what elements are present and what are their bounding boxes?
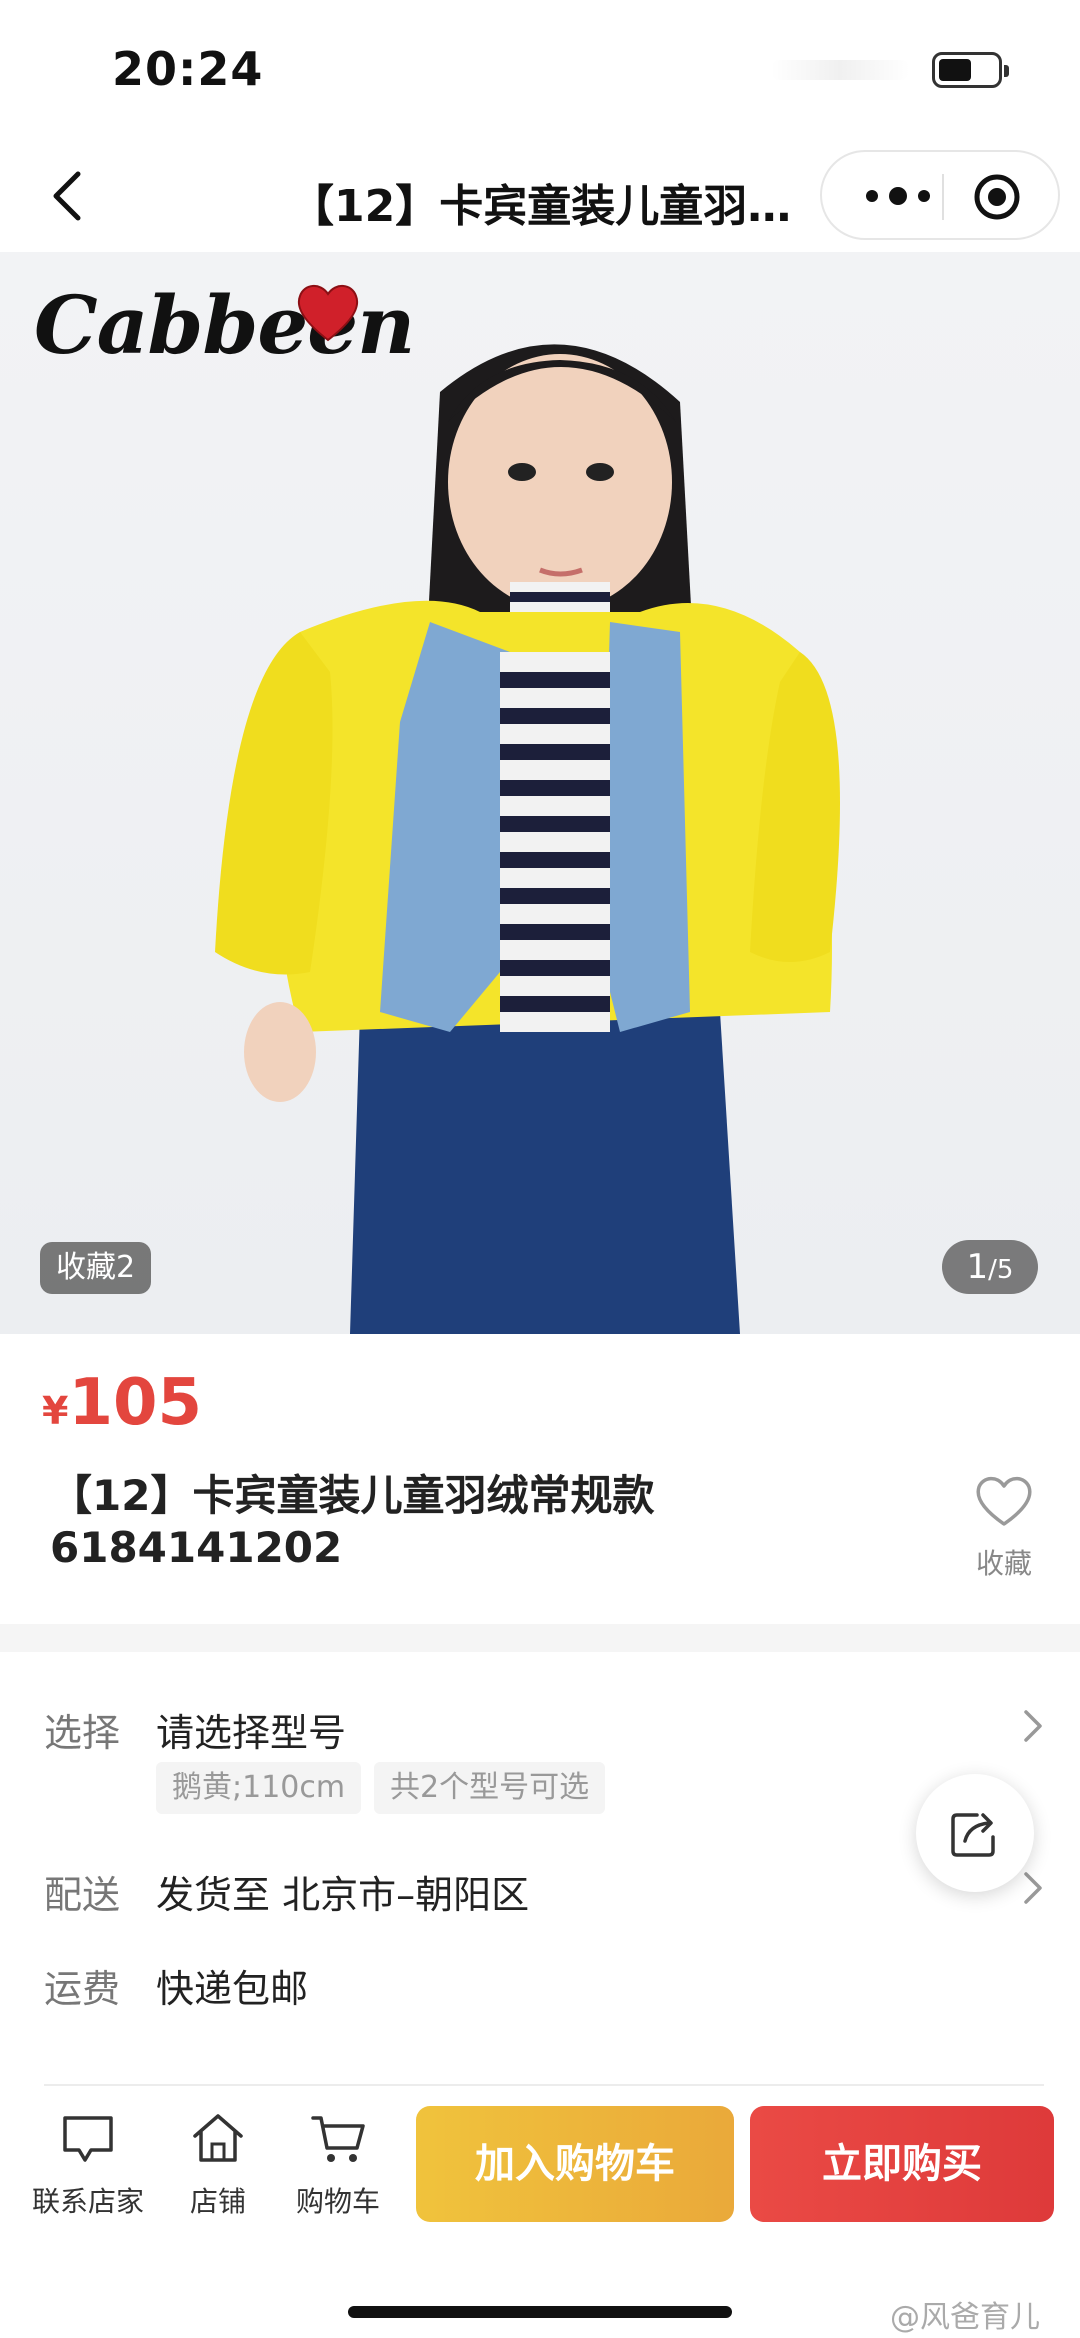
product-image-carousel[interactable]: Cabbeen 收藏2 1/5 [0,252,1080,1334]
shop-label: 店铺 [189,2185,246,2218]
variant-tag: 鹅黄;110cm [156,1762,362,1814]
favorite-count-chip: 收藏2 [40,1242,152,1294]
add-to-cart-button[interactable]: 加入购物车 [416,2106,734,2222]
navigation-bar: 【12】卡宾童装儿童羽… [0,140,1080,252]
chevron-right-icon [1024,1872,1042,1904]
watermark: @风爸育儿 [890,2300,1040,2335]
shop-button[interactable]: 店铺 [180,2110,256,2220]
cart-button[interactable]: 购物车 [290,2110,386,2220]
delivery-label: 配送 [44,1873,121,1917]
section-divider [0,1624,1080,1652]
share-button[interactable] [916,1774,1034,1892]
delivery-value: 发货至 北京市–朝阳区 [156,1873,530,1917]
mini-program-capsule [820,150,1060,240]
product-title: 【12】卡宾童装儿童羽绒常规款6184141202 [50,1471,655,1572]
status-time: 20:24 [112,42,264,96]
price-value: 105 [68,1366,203,1440]
shipping-label: 运费 [44,1967,121,2011]
image-counter-current: 1 [966,1247,989,1287]
chat-icon [63,2116,113,2162]
home-indicator [348,2306,732,2318]
favorite-label: 收藏 [975,1547,1032,1580]
close-target-icon[interactable] [972,172,1022,222]
price-currency: ¥ [42,1389,69,1433]
heart-logo-icon [297,285,359,342]
favorite-button[interactable]: 收藏 [964,1472,1044,1582]
home-icon [193,2114,243,2162]
chevron-right-icon [1024,1710,1042,1742]
contact-store-button[interactable]: 联系店家 [30,2110,146,2220]
buy-now-button[interactable]: 立即购买 [750,2106,1054,2222]
back-arrow-icon[interactable] [40,166,100,226]
shipping-value: 快递包邮 [156,1967,309,2011]
status-bar: 20:24 [0,0,1080,140]
select-value: 请选择型号 [156,1711,347,1755]
status-reflection [770,60,910,80]
product-info: ¥105 【12】卡宾童装儿童羽绒常规款6184141202 收藏 [0,1334,1080,1624]
price: ¥105 [42,1366,202,1440]
share-icon [951,1813,995,1857]
image-counter: 1/5 [942,1240,1038,1294]
variant-count-tag: 共2个型号可选 [374,1762,606,1814]
capsule-divider [942,174,944,220]
rows-divider [44,2084,1044,2086]
options-section: 选择 请选择型号 鹅黄;110cm 共2个型号可选 配送 发货至 北京市–朝阳区… [0,1652,1080,2082]
product-photo [215,344,840,1334]
select-label: 选择 [44,1711,121,1755]
more-icon[interactable] [858,178,938,214]
image-counter-total: /5 [988,1255,1014,1285]
heart-outline-icon [976,1476,1032,1526]
contact-store-label: 联系店家 [31,2185,144,2218]
battery-icon [932,52,1009,88]
cart-icon [311,2116,365,2162]
cart-label: 购物车 [295,2185,380,2218]
page-title: 【12】卡宾童装儿童羽… [290,181,792,232]
